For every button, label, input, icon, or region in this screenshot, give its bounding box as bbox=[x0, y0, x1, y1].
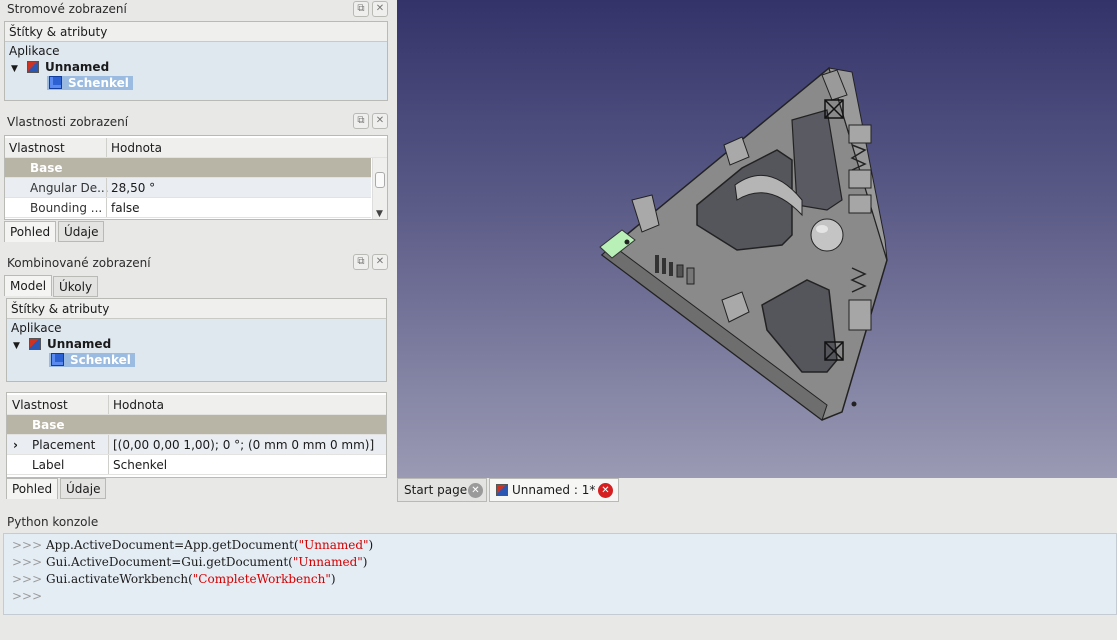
part-cube-icon bbox=[51, 353, 64, 366]
column-header-property: Vlastnost bbox=[9, 141, 65, 155]
column-header-value: Hodnota bbox=[111, 141, 162, 155]
console-line: >>> App.ActiveDocument=App.getDocument("… bbox=[12, 538, 374, 552]
tab-ukoly[interactable]: Úkoly bbox=[53, 276, 99, 297]
scrollbar-thumb[interactable] bbox=[375, 172, 385, 188]
combo-props-table[interactable]: Vlastnost Hodnota Base › Placement [(0,0… bbox=[6, 392, 387, 478]
view-props-close-button[interactable]: ✕ bbox=[372, 113, 388, 129]
table-row[interactable]: Label Schenkel bbox=[7, 455, 386, 475]
property-group-base: Base bbox=[32, 418, 65, 432]
tab-combo-udaje[interactable]: Údaje bbox=[60, 478, 107, 499]
expand-arrow-icon[interactable]: ▼ bbox=[13, 341, 29, 351]
expand-arrow-icon[interactable]: ▼ bbox=[11, 64, 27, 74]
document-tab-icon bbox=[496, 484, 508, 496]
view-props-title: Vlastnosti zobrazení bbox=[7, 115, 129, 129]
expand-arrow-icon[interactable]: › bbox=[13, 438, 18, 452]
table-row[interactable]: Bounding ... false bbox=[5, 198, 371, 218]
tree-panel-title: Stromové zobrazení bbox=[7, 2, 127, 16]
tree-object-item[interactable]: Schenkel bbox=[49, 353, 135, 367]
table-row[interactable]: › Placement [(0,00 0,00 1,00); 0 °; (0 m… bbox=[7, 435, 386, 455]
tree-view[interactable]: Štítky & atributy Aplikace ▼ Unnamed Sche… bbox=[4, 21, 388, 101]
model-schenkel-render[interactable] bbox=[397, 0, 1117, 478]
close-tab-icon[interactable]: ✕ bbox=[598, 483, 613, 498]
tree-header: Štítky & atributy bbox=[5, 22, 387, 42]
tab-view-udaje[interactable]: Údaje bbox=[58, 221, 105, 242]
console-input-line[interactable]: >>> bbox=[12, 589, 42, 603]
scroll-down-icon[interactable]: ▼ bbox=[376, 209, 383, 219]
combo-close-button[interactable]: ✕ bbox=[372, 254, 388, 270]
tree-panel-float-button[interactable]: ⧉ bbox=[353, 1, 369, 17]
document-icon bbox=[29, 338, 41, 350]
console-line: >>> Gui.ActiveDocument=Gui.getDocument("… bbox=[12, 555, 368, 569]
tree-panel-close-button[interactable]: ✕ bbox=[372, 1, 388, 17]
vertical-scrollbar[interactable]: ▼ bbox=[372, 158, 387, 219]
tree-object-item[interactable]: Schenkel bbox=[47, 76, 133, 90]
tree-document-item[interactable]: Unnamed bbox=[45, 60, 109, 74]
document-icon bbox=[27, 61, 39, 73]
combo-tree-view[interactable]: Štítky & atributy Aplikace ▼ Unnamed Sche… bbox=[6, 298, 387, 382]
combo-view-title: Kombinované zobrazení bbox=[7, 256, 151, 270]
table-row[interactable]: Angular De... 28,50 ° bbox=[5, 178, 371, 198]
tree-header: Štítky & atributy bbox=[7, 299, 386, 319]
view-props-table[interactable]: Vlastnost Hodnota Base Angular De... 28,… bbox=[4, 135, 388, 220]
tab-unnamed-document[interactable]: Unnamed : 1* ✕ bbox=[489, 478, 619, 502]
column-header-value: Hodnota bbox=[113, 398, 164, 412]
tab-start-page[interactable]: Start page ✕ bbox=[397, 478, 487, 502]
tab-view-pohled[interactable]: Pohled bbox=[4, 221, 57, 242]
close-tab-icon[interactable]: ✕ bbox=[468, 483, 483, 498]
tree-root-label: Aplikace bbox=[9, 44, 60, 58]
python-console-title: Python konzole bbox=[7, 515, 99, 529]
tab-model[interactable]: Model bbox=[4, 275, 53, 296]
tab-combo-pohled[interactable]: Pohled bbox=[6, 478, 59, 499]
combo-float-button[interactable]: ⧉ bbox=[353, 254, 369, 270]
tree-document-item[interactable]: Unnamed bbox=[47, 337, 111, 351]
tree-root-label: Aplikace bbox=[11, 321, 62, 335]
property-group-base: Base bbox=[30, 161, 63, 175]
view-props-float-button[interactable]: ⧉ bbox=[353, 113, 369, 129]
part-cube-icon bbox=[49, 76, 62, 89]
3d-viewport[interactable] bbox=[397, 0, 1117, 478]
python-console[interactable]: >>> App.ActiveDocument=App.getDocument("… bbox=[3, 533, 1117, 615]
console-line: >>> Gui.activateWorkbench("CompleteWorkb… bbox=[12, 572, 336, 586]
column-header-property: Vlastnost bbox=[12, 398, 68, 412]
